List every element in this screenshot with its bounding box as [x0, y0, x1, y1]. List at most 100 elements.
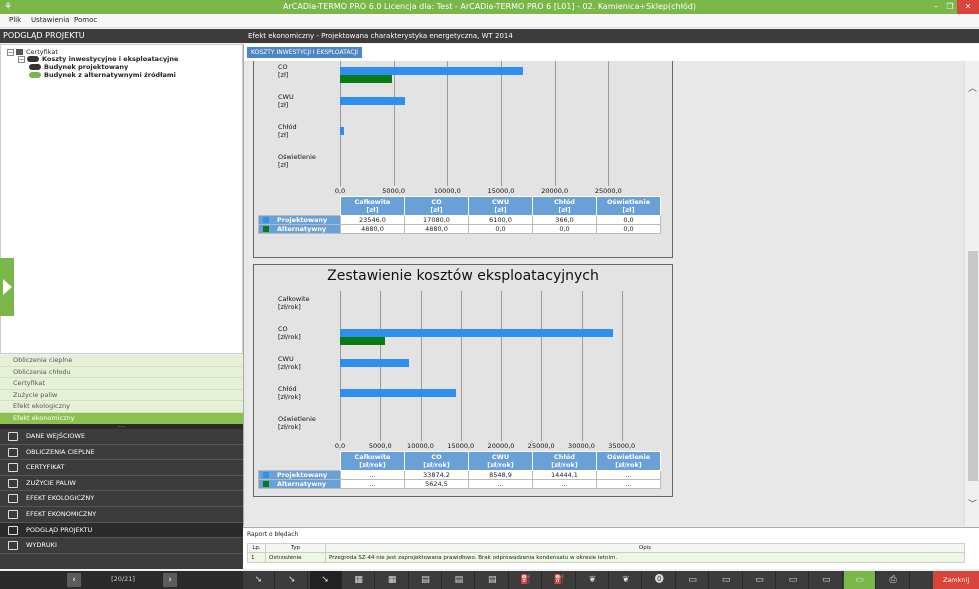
category-label: Oświetlenie [zł]: [278, 153, 316, 169]
nav-icon: [8, 447, 18, 457]
table-corner: [258, 196, 341, 216]
column-header: CWU [zł]: [468, 196, 533, 216]
building-icon[interactable]: ▦: [377, 571, 409, 589]
next-page-button[interactable]: ›: [163, 573, 177, 587]
table-row: Alternatywny... 5624,5.........: [258, 479, 661, 489]
table-cell: ...: [468, 479, 533, 489]
leaf-icon[interactable]: ❦: [610, 571, 643, 589]
bar-projektowany: [340, 67, 524, 75]
app-logo-icon: ⚘: [4, 2, 13, 12]
menu-bar: Plik Ustawienia Pomoc 🖫⇄⎘↶▾↷▾?: [0, 14, 979, 41]
scroll-thumb[interactable]: [968, 251, 978, 481]
scroll-down-icon[interactable]: ﹀: [968, 497, 977, 510]
column-header: Chłód [zł/rok]: [532, 451, 597, 471]
nav-item[interactable]: DANE WEJŚCIOWE: [0, 429, 243, 445]
nav-item[interactable]: PODGLĄD PROJEKTU: [0, 522, 243, 539]
prev-page-button[interactable]: ‹: [67, 573, 81, 587]
nav-item[interactable]: EFEKT EKONOMICZNY: [0, 507, 243, 523]
table-header-row: Całkowite [zł] CO [zł] CWU [zł] Chłód [zł] Oświe…: [258, 196, 661, 216]
table-cell: 6100,0: [468, 215, 533, 225]
category-label: CWU [zł/rok]: [278, 355, 301, 371]
zamknij-button[interactable]: Zamknij: [933, 571, 979, 589]
fuel-icon[interactable]: ⛽: [544, 571, 576, 589]
print-icon[interactable]: ⎙: [878, 571, 910, 589]
minimize-button[interactable]: –: [929, 0, 943, 14]
column-header: Całkowite [zł]: [340, 196, 405, 216]
gridline: [501, 291, 502, 441]
building-icon[interactable]: ▤: [477, 571, 509, 589]
gridline: [541, 291, 543, 441]
report-icon[interactable]: ▭: [677, 571, 710, 589]
category-label: CO [zł]: [278, 63, 289, 79]
report-icon[interactable]: ▭: [844, 571, 877, 589]
bar-projektowany: [340, 389, 457, 397]
collapse-panel-arrow-icon[interactable]: [0, 258, 14, 316]
expand-toggle-icon[interactable]: −: [18, 55, 25, 63]
nav-icon: [8, 525, 18, 535]
leaf-icon[interactable]: ❦: [577, 571, 609, 589]
close-window-button[interactable]: ✕: [957, 0, 979, 14]
tree-node[interactable]: − Koszty inwestycyjne i eksploatacyjne: [18, 55, 178, 63]
report-icon[interactable]: ▭: [811, 571, 843, 589]
nav-item[interactable]: ZUŻYCIE PALIW: [0, 476, 243, 492]
doc-arrow-icon[interactable]: ➘: [243, 571, 275, 589]
menu-ustawienia[interactable]: Ustawienia: [31, 16, 69, 24]
doc-arrow-icon[interactable]: ➘: [309, 571, 342, 589]
fuel-icon[interactable]: ⛽: [510, 571, 543, 589]
gridline: [554, 61, 556, 186]
nav-item[interactable]: OBLICZENIA CIEPLNE: [0, 445, 243, 461]
report-icon[interactable]: ▭: [744, 571, 776, 589]
table-cell: 4880,0: [404, 224, 469, 234]
subnav-item[interactable]: Certyfikat: [0, 378, 243, 390]
table-cell: ...: [340, 479, 405, 489]
subnav-item[interactable]: Efekt ekologiczny: [0, 401, 243, 413]
tab-koszty[interactable]: KOSZTY INWESTYCJI I EKSPLOATACJI: [247, 47, 363, 58]
x-tick-label: 10000,0: [433, 187, 461, 195]
table-row[interactable]: 1 Ostrzeżenie Przegroda SZ-44 nie jest z…: [247, 552, 965, 563]
gridline: [393, 61, 395, 186]
table-header-row: Całkowite [zł/rok] CO [zł/rok] CWU [zł/rok] Ch…: [258, 451, 661, 471]
subnav-item[interactable]: Zużycie paliw: [0, 390, 243, 402]
x-tick-label: 25000,0: [594, 187, 622, 195]
table-cell: 33874,2: [404, 470, 469, 480]
data-table: Całkowite [zł/rok] CO [zł/rok] CWU [zł/rok] Ch…: [258, 451, 661, 489]
table-corner: [258, 451, 341, 471]
nav-icon: [8, 478, 18, 488]
tree-node[interactable]: Budynek projektowany: [29, 63, 128, 71]
table-cell: 366,0: [532, 215, 597, 225]
building-icon[interactable]: ▦: [343, 571, 376, 589]
doc-arrow-icon[interactable]: ➘: [276, 571, 309, 589]
subnav-item[interactable]: Obliczenia chłodu: [0, 367, 243, 379]
nav-item[interactable]: WYDRUKI: [0, 538, 243, 554]
nav-label: DANE WEJŚCIOWE: [26, 432, 86, 440]
subnav-item[interactable]: Obliczenia cieplne: [0, 355, 243, 367]
nav-label: OBLICZENIA CIEPLNE: [26, 447, 95, 456]
x-tick-label: 30000,0: [568, 442, 595, 450]
nav-icon: [8, 509, 18, 519]
pill-icon: [29, 64, 41, 70]
pill-icon: [29, 72, 41, 78]
report-icon[interactable]: ▭: [711, 571, 743, 589]
bar-projektowany: [340, 97, 406, 105]
building-icon[interactable]: ▤: [410, 571, 442, 589]
restore-button[interactable]: ❐: [943, 0, 957, 14]
table-row: Projektowany... 33874,2 8548,9 14444,1...: [258, 470, 661, 480]
menu-plik[interactable]: Plik: [9, 16, 21, 24]
category-label: CWU [zł]: [278, 93, 294, 109]
series-label: Alternatywny: [258, 224, 341, 234]
menu-pomoc[interactable]: Pomoc: [74, 16, 97, 24]
coin-icon[interactable]: ⓿: [644, 571, 676, 589]
column-header: Oświetlenie [zł/rok]: [596, 451, 661, 471]
x-tick-label: 0,0: [334, 187, 346, 195]
building-icon[interactable]: ▤: [443, 571, 476, 589]
nav-item[interactable]: CERTYFIKAT: [0, 460, 243, 476]
legend-swatch-alternatywny: [263, 226, 269, 232]
table-cell: ...: [340, 470, 405, 480]
table-cell: 0,0: [468, 224, 533, 234]
expand-toggle-icon[interactable]: −: [7, 48, 14, 56]
scroll-up-icon[interactable]: ︿: [968, 81, 977, 94]
vertical-scrollbar[interactable]: ︿ ﹀: [964, 61, 979, 526]
nav-item[interactable]: EFEKT EKOLOGICZNY: [0, 491, 243, 507]
tree-node[interactable]: Budynek z alternatywnymi źródłami: [29, 71, 176, 79]
report-icon[interactable]: ▭: [777, 571, 810, 589]
